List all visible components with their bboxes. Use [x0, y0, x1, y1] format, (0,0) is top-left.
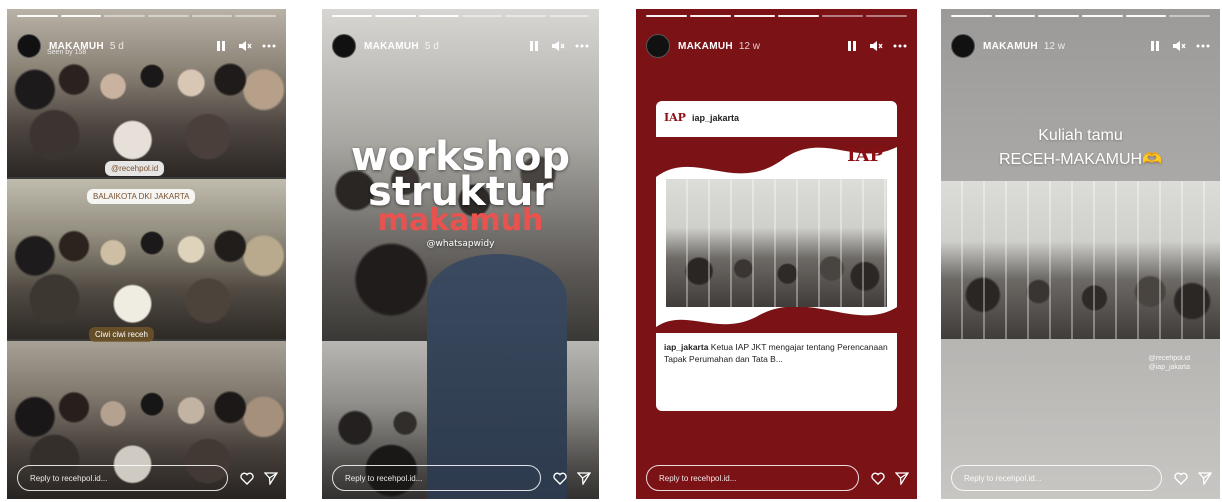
story-header: MAKAMUH 5 d: [332, 31, 589, 61]
mute-icon[interactable]: [238, 39, 252, 53]
post-photo: [666, 179, 887, 307]
caption-username[interactable]: iap_jakarta: [664, 342, 708, 352]
story-header: MAKAMUH 12 w: [951, 31, 1210, 61]
story-3[interactable]: IAP iap_jakarta IAP iap_jakarta Ketua IA…: [636, 9, 917, 499]
heart-icon[interactable]: [871, 471, 885, 485]
story-footer: Reply to recehpol.id...: [332, 463, 591, 493]
story-age: 5 d: [109, 40, 124, 52]
more-icon[interactable]: [1196, 39, 1210, 53]
avatar[interactable]: [646, 34, 670, 58]
reply-input[interactable]: Reply to recehpol.id...: [17, 465, 228, 491]
mute-icon[interactable]: [551, 39, 565, 53]
reply-input[interactable]: Reply to recehpol.id...: [332, 465, 541, 491]
caption-tag: Ciwi ciwi receh: [89, 327, 154, 342]
title-line-2: RECEH-MAKAMUH🫶: [998, 151, 1163, 168]
seen-by: Seen by 158: [47, 49, 87, 56]
story-progress: [17, 15, 277, 17]
card-badge: IAP: [847, 145, 883, 166]
pause-icon[interactable]: [527, 39, 541, 53]
send-icon[interactable]: [895, 471, 909, 485]
more-icon[interactable]: [575, 39, 589, 53]
reply-input[interactable]: Reply to recehpol.id...: [646, 465, 859, 491]
story-photo: [941, 181, 1220, 339]
story-progress: [332, 15, 589, 17]
story-age: 12 w: [1043, 40, 1065, 52]
title-line-1: Kuliah tamu: [1038, 127, 1123, 144]
shared-post-card[interactable]: IAP iap_jakarta IAP iap_jakarta Ketua IA…: [656, 101, 897, 411]
more-icon[interactable]: [893, 39, 907, 53]
heart-icon[interactable]: [240, 471, 254, 485]
iap-logo: IAP: [664, 111, 686, 124]
story-header: MAKAMUH 12 w: [646, 31, 907, 61]
story-footer: Reply to recehpol.id...: [17, 463, 278, 493]
story-4[interactable]: Kuliah tamu RECEH-MAKAMUH🫶 @recehpol.id …: [941, 9, 1220, 499]
heart-icon[interactable]: [1174, 471, 1188, 485]
location-tag[interactable]: BALAIKOTA DKI JAKARTA: [87, 189, 196, 204]
avatar[interactable]: [17, 34, 41, 58]
mention-1[interactable]: @recehpol.id: [1149, 354, 1190, 363]
title-line-3: makamuh: [377, 203, 544, 238]
story-title: Kuliah tamu RECEH-MAKAMUH🫶: [941, 124, 1220, 172]
story-header: MAKAMUH 5 d Seen by 158: [17, 31, 276, 61]
send-icon[interactable]: [577, 471, 591, 485]
reply-input[interactable]: Reply to recehpol.id...: [951, 465, 1162, 491]
username[interactable]: MAKAMUH: [678, 41, 733, 52]
heart-icon[interactable]: [553, 471, 567, 485]
username[interactable]: MAKAMUH: [364, 41, 419, 52]
more-icon[interactable]: [262, 39, 276, 53]
mute-icon[interactable]: [1172, 39, 1186, 53]
username[interactable]: MAKAMUH: [983, 41, 1038, 52]
mute-icon[interactable]: [869, 39, 883, 53]
story-age: 12 w: [738, 40, 760, 52]
pause-icon[interactable]: [1148, 39, 1162, 53]
card-header: IAP iap_jakarta: [664, 111, 739, 124]
card-username[interactable]: iap_jakarta: [692, 113, 739, 123]
mention-2[interactable]: @iap_jakarta: [1149, 363, 1190, 372]
mention-tag[interactable]: @recehpol.id: [105, 161, 165, 176]
story-age: 5 d: [424, 40, 439, 52]
mention-caption: @recehpol.id @iap_jakarta: [1149, 354, 1190, 372]
pause-icon[interactable]: [214, 39, 228, 53]
avatar[interactable]: [951, 34, 975, 58]
story-1[interactable]: @recehpol.id BALAIKOTA DKI JAKARTA Ciwi …: [7, 9, 286, 499]
avatar[interactable]: [332, 34, 356, 58]
story-progress: [951, 15, 1211, 17]
card-caption: iap_jakarta Ketua IAP JKT mengajar tenta…: [664, 341, 889, 365]
mention-tag[interactable]: @whatsapwidy: [322, 239, 599, 249]
story-footer: Reply to recehpol.id...: [951, 463, 1212, 493]
pause-icon[interactable]: [845, 39, 859, 53]
story-progress: [646, 15, 907, 17]
story-footer: Reply to recehpol.id...: [646, 463, 909, 493]
send-icon[interactable]: [1198, 471, 1212, 485]
send-icon[interactable]: [264, 471, 278, 485]
story-2[interactable]: workshop struktur makamuh @whatsapwidy M…: [322, 9, 599, 499]
